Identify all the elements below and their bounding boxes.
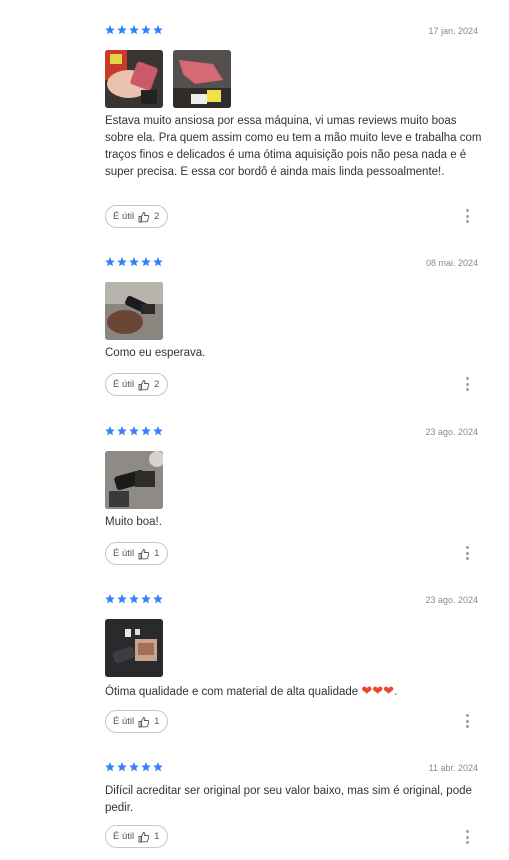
star-icon — [141, 257, 151, 267]
review-date: 11 abr. 2024 — [428, 763, 478, 773]
review-date: 08 mai. 2024 — [425, 258, 478, 268]
star-icon — [153, 594, 163, 604]
review-photo[interactable] — [105, 451, 163, 509]
review-photos — [105, 451, 163, 509]
star-rating — [105, 257, 163, 269]
star-icon — [153, 762, 163, 772]
helpful-button[interactable]: É útil 1 — [105, 542, 169, 565]
star-icon — [129, 25, 139, 35]
helpful-button[interactable]: É útil 2 — [105, 373, 169, 396]
star-icon — [141, 594, 151, 604]
star-icon — [105, 594, 115, 604]
thumbs-up-icon — [138, 548, 150, 560]
star-icon — [105, 257, 115, 267]
more-options-icon[interactable] — [464, 830, 470, 844]
more-options-icon[interactable] — [464, 209, 470, 223]
star-icon — [153, 257, 163, 267]
review-photos — [105, 619, 163, 677]
review-photos — [105, 50, 231, 108]
more-options-icon[interactable] — [464, 377, 470, 391]
more-options-icon[interactable] — [464, 546, 470, 560]
thumbs-up-icon — [138, 716, 150, 728]
star-icon — [153, 426, 163, 436]
star-icon — [141, 762, 151, 772]
review-photo[interactable] — [105, 282, 163, 340]
helpful-count: 1 — [154, 831, 160, 842]
review-text: Difícil acreditar ser original por seu v… — [105, 785, 472, 814]
star-icon — [129, 594, 139, 604]
heart-icons: ❤❤❤. — [361, 683, 398, 698]
review-date: 23 ago. 2024 — [425, 595, 478, 605]
star-icon — [105, 426, 115, 436]
star-icon — [129, 257, 139, 267]
helpful-label: É útil — [113, 548, 135, 559]
helpful-label: É útil — [113, 379, 135, 390]
star-icon — [141, 25, 151, 35]
helpful-button[interactable]: É útil 1 — [105, 710, 169, 733]
review-text: Muito boa!. — [105, 516, 162, 528]
star-rating — [105, 25, 163, 37]
review-date: 23 ago. 2024 — [425, 427, 478, 437]
helpful-count: 2 — [154, 211, 160, 222]
helpful-count: 1 — [154, 548, 160, 559]
helpful-label: É útil — [113, 831, 135, 842]
helpful-label: É útil — [113, 211, 135, 222]
review-text: Ótima qualidade e com material de alta q… — [105, 682, 485, 701]
thumbs-up-icon — [138, 379, 150, 391]
star-icon — [117, 426, 127, 436]
review-photo[interactable] — [105, 619, 163, 677]
star-icon — [141, 426, 151, 436]
star-icon — [153, 25, 163, 35]
helpful-label: É útil — [113, 716, 135, 727]
star-icon — [117, 257, 127, 267]
star-rating — [105, 426, 163, 438]
review-text: Como eu esperava. — [105, 347, 206, 359]
helpful-count: 1 — [154, 716, 160, 727]
star-icon — [129, 762, 139, 772]
review-text: Estava muito ansiosa por essa máquina, v… — [105, 115, 482, 178]
thumbs-up-icon — [138, 211, 150, 223]
star-icon — [117, 762, 127, 772]
helpful-button[interactable]: É útil 2 — [105, 205, 169, 228]
star-icon — [117, 594, 127, 604]
helpful-count: 2 — [154, 379, 160, 390]
helpful-button[interactable]: É útil 1 — [105, 825, 169, 848]
review-photo[interactable] — [173, 50, 231, 108]
star-icon — [129, 426, 139, 436]
star-icon — [105, 762, 115, 772]
review-photos — [105, 282, 163, 340]
more-options-icon[interactable] — [464, 714, 470, 728]
star-icon — [117, 25, 127, 35]
review-date: 17 jan. 2024 — [428, 26, 478, 36]
review-photo[interactable] — [105, 50, 163, 108]
star-icon — [105, 25, 115, 35]
star-rating — [105, 594, 163, 606]
star-rating — [105, 762, 163, 774]
review-text-body: Ótima qualidade e com material de alta q… — [105, 686, 359, 698]
thumbs-up-icon — [138, 831, 150, 843]
